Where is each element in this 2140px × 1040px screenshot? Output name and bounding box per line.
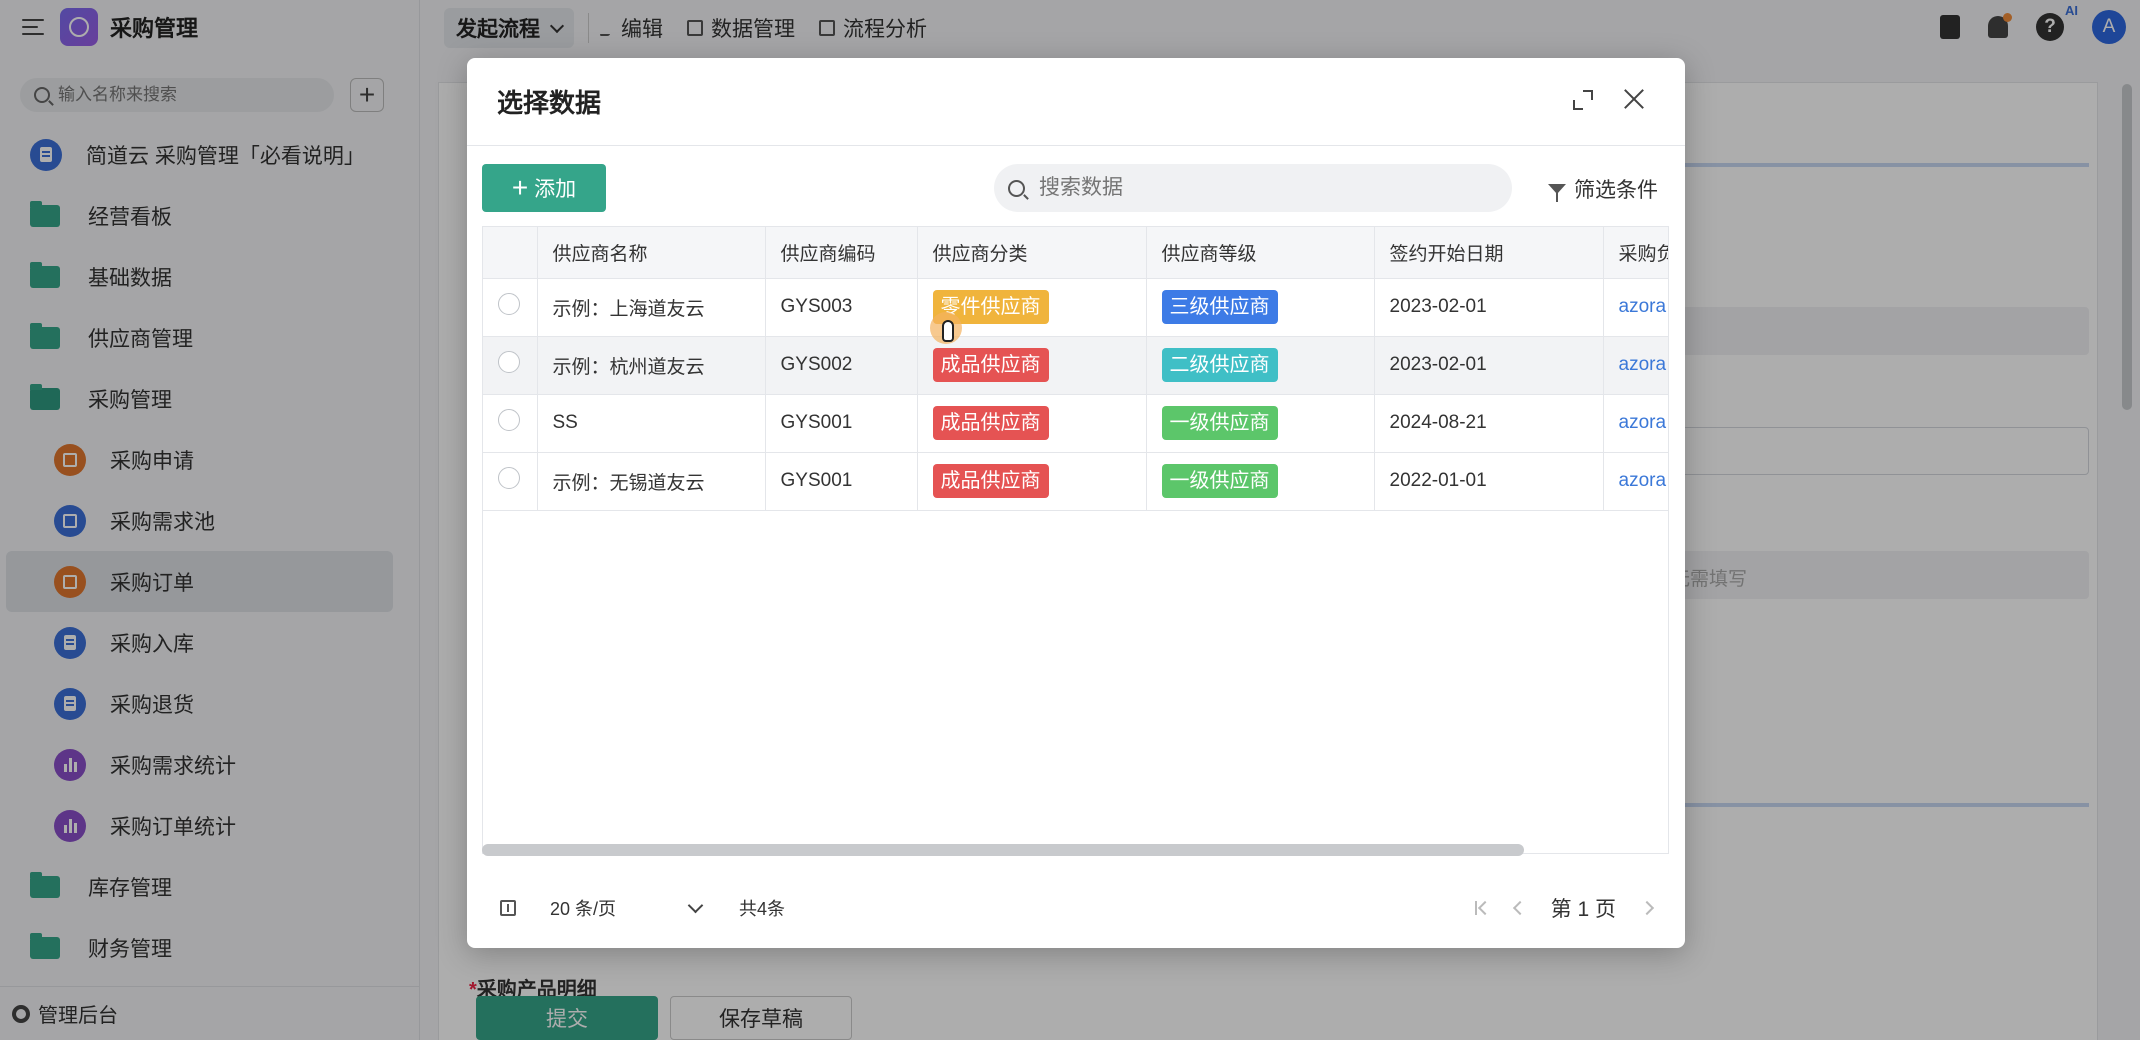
contract-date-cell: 2022-01-01: [1374, 452, 1604, 511]
contract-date-cell: 2023-02-01: [1374, 336, 1604, 395]
filter-label: 筛选条件: [1574, 179, 1658, 202]
add-label: 添加: [534, 178, 577, 201]
column-header[interactable]: 供应商分类: [917, 227, 1147, 279]
table-row[interactable]: SS GYS001 成品供应商 一级供应商 2024-08-21 azora: [483, 394, 1668, 453]
pagination: 20 条/页 共4条 第 1 页: [482, 888, 1670, 928]
buyer-link[interactable]: azora: [1619, 296, 1667, 317]
row-select-cell: [483, 278, 538, 337]
level-tag: 一级供应商: [1161, 464, 1278, 498]
total-count: 共4条: [739, 899, 786, 919]
column-header[interactable]: 供应商名称: [537, 227, 766, 279]
row-radio[interactable]: [498, 293, 520, 315]
column-header[interactable]: 供应商等级: [1146, 227, 1375, 279]
filter-button[interactable]: 筛选条件: [1548, 174, 1658, 204]
supplier-code-cell: GYS001: [765, 452, 918, 511]
data-search-input[interactable]: [1039, 176, 1479, 200]
select-column-header: [483, 227, 538, 279]
table-row[interactable]: 示例：杭州道友云 GYS002 成品供应商 二级供应商 2023-02-01 azora: [483, 336, 1668, 395]
table-header-row: 供应商名称 供应商编码 供应商分类 供应商等级 签约开始日期 采购负: [483, 227, 1668, 279]
supplier-category-cell: 成品供应商: [917, 394, 1147, 453]
modal-header: 选择数据: [467, 58, 1685, 146]
category-tag: 成品供应商: [932, 464, 1049, 498]
supplier-category-cell: 成品供应商: [917, 452, 1147, 511]
buyer-cell: azora: [1603, 452, 1668, 511]
column-header[interactable]: 供应商编码: [765, 227, 918, 279]
search-icon: [1008, 179, 1025, 197]
supplier-name-cell: 示例：无锡道友云: [537, 452, 766, 511]
buyer-cell: azora: [1603, 278, 1668, 337]
contract-date-cell: 2023-02-01: [1374, 278, 1604, 337]
row-radio[interactable]: [498, 409, 520, 431]
category-tag: 成品供应商: [932, 406, 1049, 440]
horizontal-scrollbar[interactable]: [482, 844, 1524, 856]
close-icon[interactable]: [1621, 86, 1647, 112]
row-select-cell: [483, 452, 538, 511]
buyer-cell: azora: [1603, 336, 1668, 395]
select-data-modal: 选择数据 + 添加 筛选条件 供应商名称 供应商编码: [467, 58, 1685, 948]
category-tag: 成品供应商: [932, 348, 1049, 382]
buyer-link[interactable]: azora: [1619, 354, 1667, 375]
buyer-link[interactable]: azora: [1619, 470, 1667, 491]
current-page: 第 1 页: [1550, 898, 1616, 921]
buyer-link[interactable]: azora: [1619, 412, 1667, 433]
row-select-cell: [483, 394, 538, 453]
column-header[interactable]: 签约开始日期: [1374, 227, 1604, 279]
expand-icon[interactable]: [1573, 90, 1593, 110]
add-button[interactable]: + 添加: [482, 164, 606, 212]
supplier-name-cell: SS: [537, 394, 766, 453]
supplier-code-cell: GYS003: [765, 278, 918, 337]
buyer-cell: azora: [1603, 394, 1668, 453]
supplier-level-cell: 三级供应商: [1146, 278, 1375, 337]
supplier-level-cell: 二级供应商: [1146, 336, 1375, 395]
prev-page-icon[interactable]: [1512, 900, 1527, 916]
supplier-code-cell: GYS001: [765, 394, 918, 453]
next-page-icon[interactable]: [1639, 900, 1655, 916]
row-radio[interactable]: [498, 467, 520, 489]
plus-icon: +: [511, 172, 529, 203]
filter-icon: [1548, 184, 1566, 202]
modal-toolbar: + 添加 筛选条件: [482, 164, 1670, 212]
row-select-cell: [483, 336, 538, 395]
table-row[interactable]: 示例：无锡道友云 GYS001 成品供应商 一级供应商 2022-01-01 azora: [483, 452, 1668, 511]
row-radio[interactable]: [498, 351, 520, 373]
page-size-select[interactable]: 20 条/页: [550, 895, 616, 921]
column-header[interactable]: 采购负: [1603, 227, 1668, 279]
hand-cursor-icon: [942, 320, 954, 342]
mouse-cursor: [930, 312, 962, 348]
info-icon[interactable]: [500, 900, 516, 916]
supplier-name-cell: 示例：杭州道友云: [537, 336, 766, 395]
data-search[interactable]: [994, 164, 1512, 212]
table-row[interactable]: 示例：上海道友云 GYS003 零件供应商 三级供应商 2023-02-01 azora: [483, 278, 1668, 337]
chevron-down-icon[interactable]: [687, 897, 704, 913]
data-table: 供应商名称 供应商编码 供应商分类 供应商等级 签约开始日期 采购负 示例：上海…: [482, 226, 1669, 854]
level-tag: 一级供应商: [1161, 406, 1278, 440]
supplier-level-cell: 一级供应商: [1146, 452, 1375, 511]
contract-date-cell: 2024-08-21: [1374, 394, 1604, 453]
supplier-name-cell: 示例：上海道友云: [537, 278, 766, 337]
page-nav: 第 1 页: [1474, 888, 1655, 928]
supplier-code-cell: GYS002: [765, 336, 918, 395]
supplier-level-cell: 一级供应商: [1146, 394, 1375, 453]
level-tag: 三级供应商: [1161, 290, 1278, 324]
first-page-icon[interactable]: [1474, 901, 1489, 915]
level-tag: 二级供应商: [1161, 348, 1278, 382]
modal-title: 选择数据: [497, 88, 602, 118]
